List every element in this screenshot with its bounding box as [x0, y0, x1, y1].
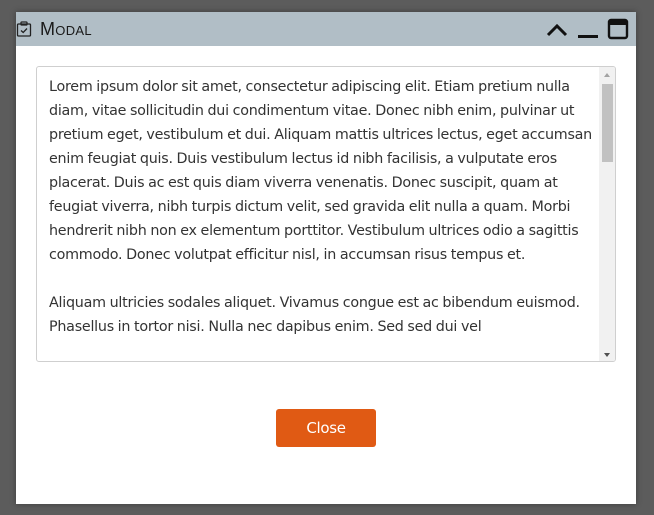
chevron-up-icon [546, 23, 568, 37]
vertical-scrollbar[interactable] [599, 67, 615, 361]
paragraph: Aliquam ultricies sodales aliquet. Vivam… [49, 295, 580, 335]
minimize-button[interactable] [576, 18, 600, 40]
modal-dialog: Modal Lorem ipsum dolor sit amet, consec… [16, 12, 636, 504]
content-textarea[interactable]: Lorem ipsum dolor sit amet, consectetur … [36, 66, 616, 362]
maximize-icon [607, 18, 629, 40]
modal-title: Modal [40, 19, 92, 39]
close-button[interactable]: Close [276, 409, 376, 447]
scroll-down-arrow-icon[interactable] [599, 347, 615, 361]
maximize-button[interactable] [606, 18, 630, 40]
scroll-up-arrow-icon[interactable] [599, 67, 615, 81]
textarea-text: Lorem ipsum dolor sit amet, consectetur … [49, 75, 595, 361]
clipboard-check-icon [16, 21, 32, 37]
collapse-button[interactable] [545, 18, 569, 40]
paragraph: Lorem ipsum dolor sit amet, consectetur … [49, 79, 592, 263]
modal-titlebar[interactable]: Modal [16, 12, 636, 46]
minimize-icon [578, 35, 598, 38]
scrollbar-thumb[interactable] [602, 84, 613, 162]
